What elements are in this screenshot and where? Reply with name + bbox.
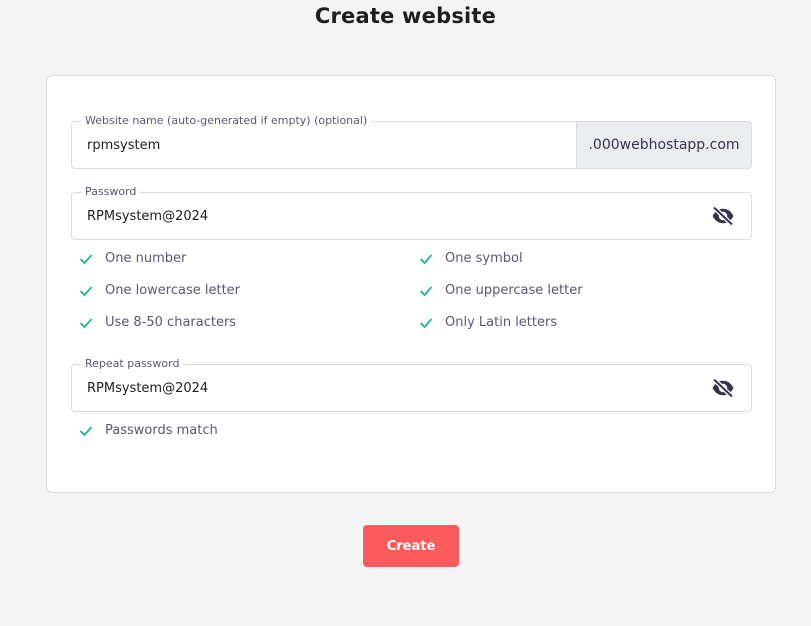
password-field[interactable]: Password RPMsystem@2024 [71,184,752,240]
password-label: Password [81,184,141,200]
requirement-label: Only Latin letters [445,315,558,330]
website-name-label: Website name (auto-generated if empty) (… [81,113,372,129]
toggle-password-visibility-button[interactable] [711,204,735,228]
password-input[interactable]: RPMsystem@2024 [72,209,711,224]
check-icon [420,318,432,328]
eye-slash-icon [712,378,734,398]
check-icon [80,426,92,436]
website-name-field[interactable]: Website name (auto-generated if empty) (… [71,113,752,169]
passwords-match-indicator: Passwords match [79,423,218,438]
eye-slash-icon [712,206,734,226]
repeat-password-label: Repeat password [81,356,184,372]
requirement-label: One lowercase letter [105,283,241,298]
requirement-lowercase: One lowercase letter [79,283,240,298]
check-icon [80,286,92,296]
repeat-password-input[interactable]: RPMsystem@2024 [72,381,711,396]
repeat-password-field[interactable]: Repeat password RPMsystem@2024 [71,356,752,412]
requirement-label: Use 8-50 characters [105,315,237,330]
requirement-label: One number [105,251,187,266]
domain-suffix: .000webhostapp.com [576,122,751,168]
requirement-length: Use 8-50 characters [79,315,236,330]
website-name-input[interactable]: rpmsystem [72,138,576,153]
requirement-latin: Only Latin letters [419,315,557,330]
toggle-repeat-password-visibility-button[interactable] [711,376,735,400]
requirement-one-symbol: One symbol [419,251,523,266]
check-icon [80,318,92,328]
requirement-label: One uppercase letter [445,283,583,298]
check-icon [420,254,432,264]
passwords-match-label: Passwords match [105,423,218,438]
check-icon [420,286,432,296]
requirement-label: One symbol [445,251,523,266]
check-icon [80,254,92,264]
create-button[interactable]: Create [363,525,459,567]
requirement-uppercase: One uppercase letter [419,283,583,298]
requirement-one-number: One number [79,251,186,266]
create-website-form: Website name (auto-generated if empty) (… [46,75,776,493]
page-title: Create website [314,4,497,28]
